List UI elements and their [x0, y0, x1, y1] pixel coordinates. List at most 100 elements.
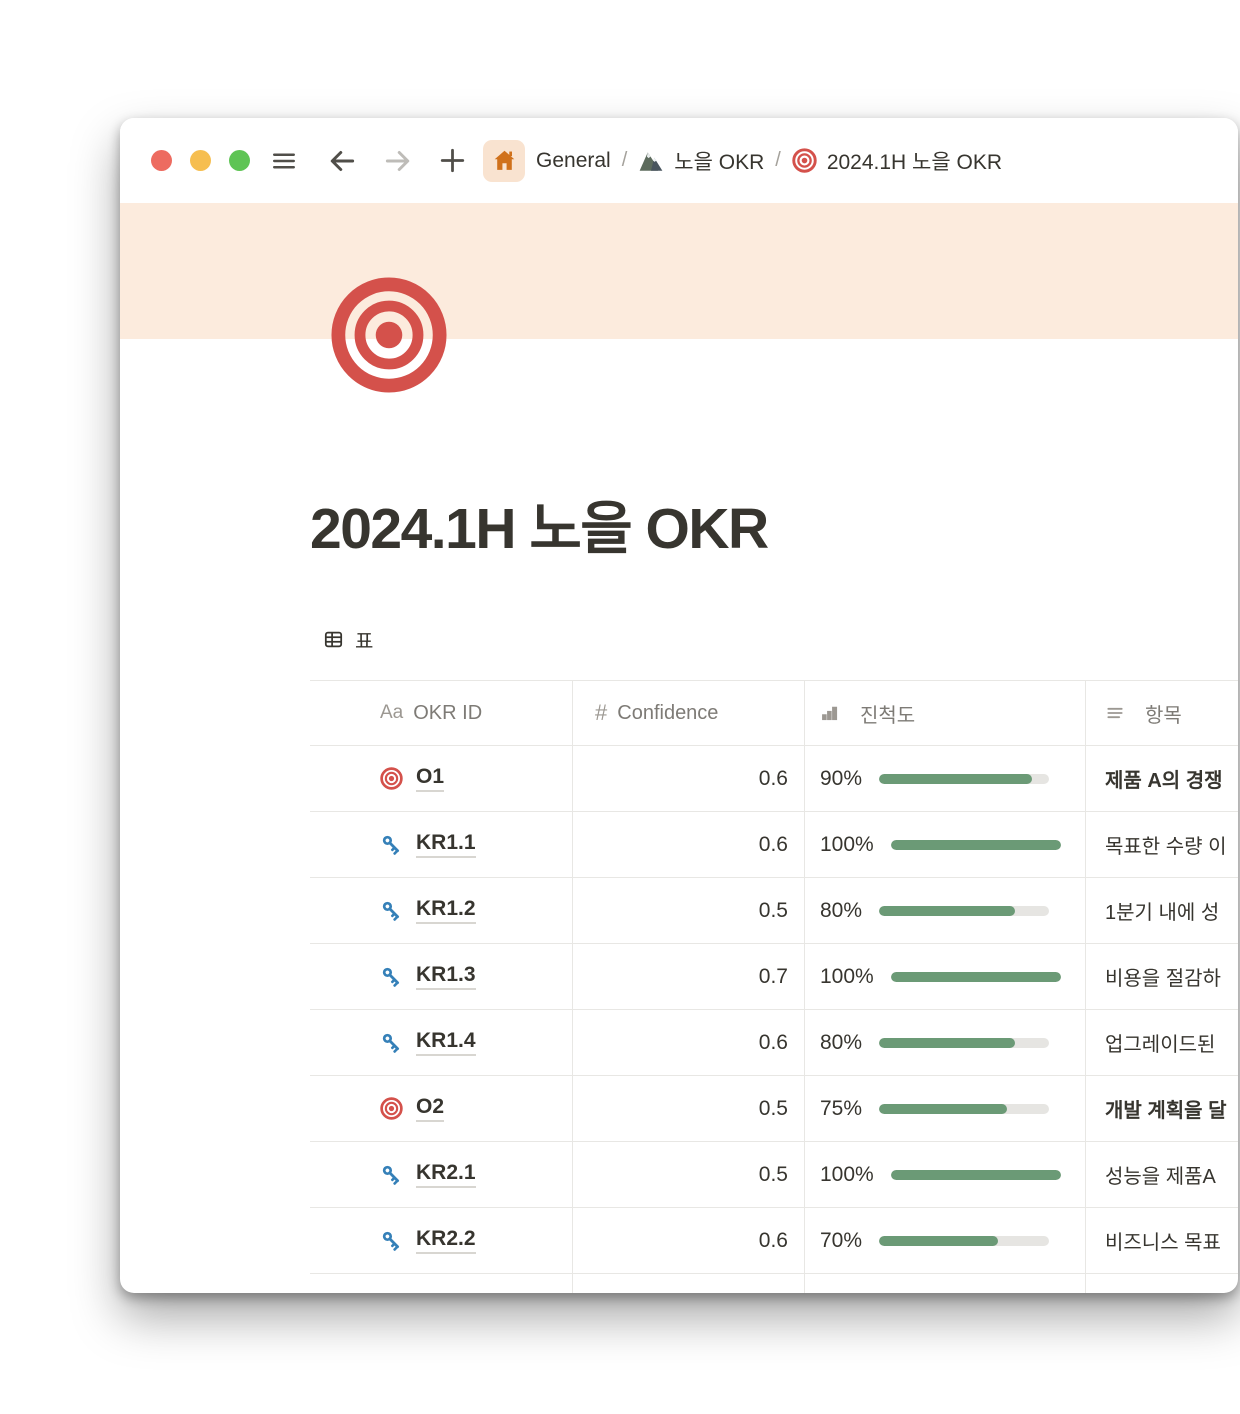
okr-id-cell[interactable]: KR2.1 [310, 1142, 573, 1207]
okr-id-link[interactable]: O2 [416, 1095, 444, 1122]
item-cell[interactable]: 업그레이드된 [1086, 1010, 1238, 1075]
table-row[interactable]: KR1.2 0.5 80% 1분기 내에 성 [310, 878, 1238, 944]
item-cell[interactable]: 비용을 절감하 [1086, 944, 1238, 1009]
title-property-icon: Aa [380, 702, 403, 724]
item-cell[interactable]: 제품 A의 경쟁 [1086, 746, 1238, 811]
confidence-cell[interactable]: 0.7 [573, 944, 805, 1009]
new-page-icon[interactable] [434, 143, 470, 179]
confidence-cell[interactable]: 0.6 [573, 1010, 805, 1075]
progress-cell[interactable]: 100% [805, 1142, 1086, 1207]
item-cell[interactable]: 1분기 내에 성 [1086, 878, 1238, 943]
okr-id-cell[interactable]: KR1.4 [310, 1010, 573, 1075]
column-header-okr-id[interactable]: Aa OKR ID [310, 681, 573, 745]
okr-id-link[interactable]: KR1.3 [416, 963, 476, 990]
column-header-label: 항목 [1145, 699, 1182, 728]
page-title[interactable]: 2024.1H 노을 OKR [310, 494, 1238, 565]
window-controls [120, 150, 250, 171]
okr-id-cell[interactable]: KR1.2 [310, 878, 573, 943]
progress-cell[interactable]: 70% [805, 1208, 1086, 1273]
okr-id-link[interactable]: KR1.4 [416, 1029, 476, 1056]
close-button[interactable] [151, 150, 172, 171]
breadcrumb-separator: / [622, 149, 628, 172]
okr-id-link[interactable]: KR2.2 [416, 1227, 476, 1254]
notion-window: General / 노을 OKR / 2024.1H 노을 OKR 2024.1… [120, 118, 1238, 1293]
home-button[interactable] [483, 140, 525, 182]
forward-icon[interactable] [380, 143, 416, 179]
sidebar-menu-icon[interactable] [266, 143, 302, 179]
key-icon [380, 833, 403, 856]
column-header-label: OKR ID [413, 702, 482, 725]
okr-id-cell[interactable]: KR2.3 [310, 1274, 573, 1293]
item-cell[interactable]: 목표를 수립하 [1086, 1274, 1238, 1293]
confidence-cell[interactable]: 0.6 [573, 1208, 805, 1273]
table-icon [323, 629, 344, 650]
progress-bar [879, 774, 1049, 784]
table-row[interactable]: KR1.1 0.6 100% 목표한 수량 이 [310, 812, 1238, 878]
column-header-progress[interactable]: 진척도 [805, 681, 1086, 745]
page-target-icon[interactable] [330, 276, 448, 394]
progress-cell[interactable]: 80% [805, 1010, 1086, 1075]
progress-cell[interactable]: 75% [805, 1076, 1086, 1141]
table-row[interactable]: O2 0.5 75% 개발 계획을 달 [310, 1076, 1238, 1142]
progress-cell[interactable]: 100% [805, 812, 1086, 877]
view-tab-label: 표 [355, 625, 373, 654]
confidence-cell[interactable]: 0.5 [573, 878, 805, 943]
confidence-cell[interactable]: 0.5 [573, 1274, 805, 1293]
breadcrumb-item-noeul-okr[interactable]: 노을 OKR [638, 146, 764, 176]
target-icon [380, 1097, 403, 1120]
table-row[interactable]: KR1.3 0.7 100% 비용을 절감하 [310, 944, 1238, 1010]
page-content: 2024.1H 노을 OKR 표 Aa OKR ID # Confidence … [120, 276, 1238, 1293]
view-tab-table[interactable]: 표 [323, 621, 373, 657]
okr-id-cell[interactable]: KR1.1 [310, 812, 573, 877]
key-icon [380, 899, 403, 922]
table-row[interactable]: KR2.3 0.5 60% 목표를 수립하 [310, 1274, 1238, 1293]
back-icon[interactable] [324, 143, 360, 179]
okr-id-link[interactable]: KR1.1 [416, 831, 476, 858]
key-icon [380, 1229, 403, 1252]
titlebar: General / 노을 OKR / 2024.1H 노을 OKR [120, 118, 1238, 203]
progress-bar [891, 840, 1061, 850]
target-icon [380, 767, 403, 790]
confidence-cell[interactable]: 0.5 [573, 1076, 805, 1141]
column-header-confidence[interactable]: # Confidence [573, 681, 805, 745]
home-icon [492, 148, 517, 173]
progress-label: 80% [820, 899, 862, 923]
confidence-cell[interactable]: 0.6 [573, 746, 805, 811]
item-cell[interactable]: 비즈니스 목표 [1086, 1208, 1238, 1273]
progress-bar [891, 972, 1061, 982]
okr-id-link[interactable]: KR2.1 [416, 1161, 476, 1188]
okr-id-cell[interactable]: KR2.2 [310, 1208, 573, 1273]
table-row[interactable]: KR2.1 0.5 100% 성능을 제품A [310, 1142, 1238, 1208]
breadcrumb-item-general[interactable]: General [536, 149, 611, 173]
confidence-cell[interactable]: 0.6 [573, 812, 805, 877]
item-cell[interactable]: 성능을 제품A [1086, 1142, 1238, 1207]
progress-steps-icon [820, 703, 840, 723]
zoom-button[interactable] [229, 150, 250, 171]
item-cell[interactable]: 개발 계획을 달 [1086, 1076, 1238, 1141]
column-header-item[interactable]: 항목 [1086, 681, 1238, 745]
mountain-icon [638, 148, 664, 174]
minimize-button[interactable] [190, 150, 211, 171]
table-row[interactable]: O1 0.6 90% 제품 A의 경쟁 [310, 746, 1238, 812]
breadcrumb-item-current-page[interactable]: 2024.1H 노을 OKR [792, 146, 1002, 176]
progress-label: 100% [820, 1163, 874, 1187]
progress-cell[interactable]: 100% [805, 944, 1086, 1009]
okr-id-cell[interactable]: O1 [310, 746, 573, 811]
okr-id-link[interactable]: KR1.2 [416, 897, 476, 924]
progress-bar [879, 1038, 1049, 1048]
table-row[interactable]: KR2.2 0.6 70% 비즈니스 목표 [310, 1208, 1238, 1274]
okr-id-cell[interactable]: KR1.3 [310, 944, 573, 1009]
progress-cell[interactable]: 60% [805, 1274, 1086, 1293]
progress-label: 70% [820, 1229, 862, 1253]
progress-cell[interactable]: 80% [805, 878, 1086, 943]
table-row[interactable]: KR1.4 0.6 80% 업그레이드된 [310, 1010, 1238, 1076]
item-cell[interactable]: 목표한 수량 이 [1086, 812, 1238, 877]
okr-id-link[interactable]: O1 [416, 765, 444, 792]
confidence-cell[interactable]: 0.5 [573, 1142, 805, 1207]
key-icon [380, 965, 403, 988]
progress-label: 100% [820, 965, 874, 989]
progress-cell[interactable]: 90% [805, 746, 1086, 811]
column-header-label: Confidence [617, 702, 718, 725]
okr-id-cell[interactable]: O2 [310, 1076, 573, 1141]
table-header-row: Aa OKR ID # Confidence 진척도 항목 [310, 681, 1238, 746]
